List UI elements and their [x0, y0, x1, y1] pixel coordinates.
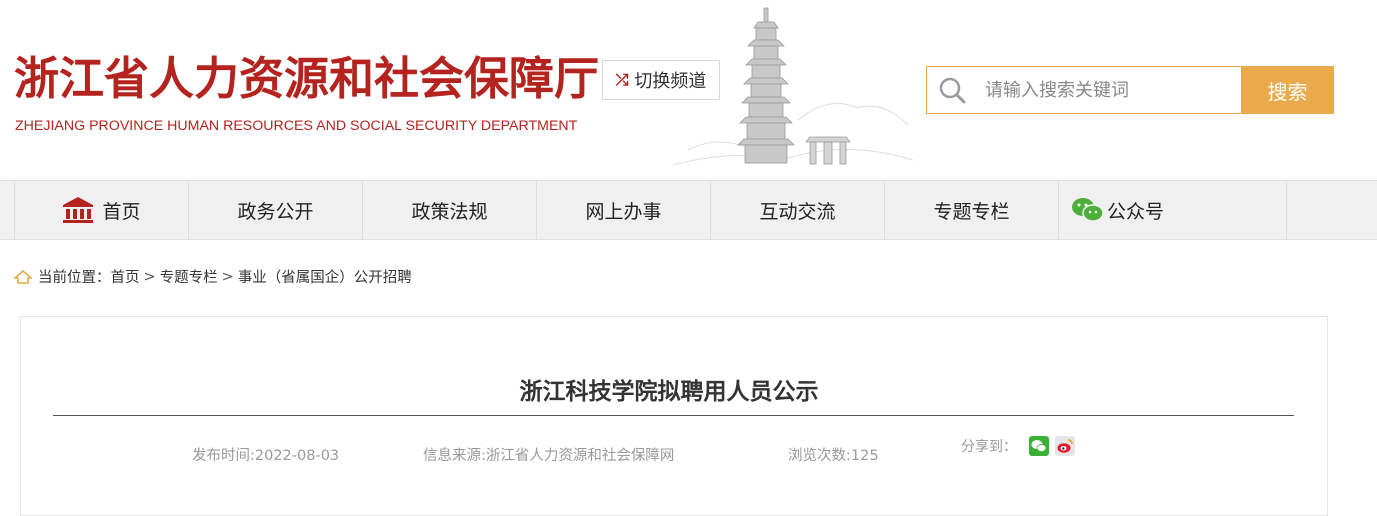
nav-item-government-affairs[interactable]: 政务公开 [189, 181, 363, 239]
nav-item-topics[interactable]: 专题专栏 [885, 181, 1059, 239]
nav-item-home[interactable]: 首页 [14, 181, 189, 239]
nav-item-interaction[interactable]: 互动交流 [711, 181, 885, 239]
search-button[interactable]: 搜索 [1241, 66, 1334, 114]
site-header: 浙江省人力资源和社会保障厅 ZHEJIANG PROVINCE HUMAN RE… [0, 0, 1377, 180]
breadcrumb-home-link[interactable]: 首页 [111, 266, 140, 287]
search-icon[interactable] [937, 75, 967, 105]
title-divider [53, 415, 1294, 416]
nav-item-online-services[interactable]: 网上办事 [537, 181, 711, 239]
breadcrumb-prefix: 当前位置： [38, 270, 111, 286]
wechat-share-icon[interactable] [1029, 436, 1049, 456]
view-count: 浏览次数:125 [788, 448, 879, 464]
share-label: 分享到： [961, 439, 1017, 455]
pagoda-illustration [672, 7, 914, 166]
shuffle-icon: ⤮ [615, 70, 629, 89]
nav-item-official-account[interactable]: 公众号 [1059, 181, 1287, 239]
home-icon [14, 269, 32, 284]
nav-item-label: 专题专栏 [933, 200, 1010, 223]
search-input[interactable] [985, 75, 1235, 105]
main-nav: 首页 政务公开 政策法规 网上办事 互动交流 专题专栏 公众号 [0, 180, 1377, 240]
nav-item-label: 政策法规 [411, 200, 488, 223]
site-title[interactable]: 浙江省人力资源和社会保障厅 [14, 42, 599, 107]
nav-item-label: 公众号 [1107, 200, 1165, 223]
info-source: 信息来源:浙江省人力资源和社会保障网 [423, 448, 675, 464]
nav-item-label: 政务公开 [237, 200, 314, 223]
nav-item-label: 互动交流 [759, 200, 836, 223]
wechat-icon [1072, 198, 1104, 222]
nav-item-label: 首页 [102, 200, 141, 223]
article-title: 浙江科技学院拟聘用人员公示 [519, 379, 819, 405]
publish-time: 发布时间:2022-08-03 [192, 448, 340, 464]
breadcrumb-separator: > [221, 268, 234, 285]
nav-item-label: 网上办事 [585, 200, 662, 223]
breadcrumb-topics-link[interactable]: 专题专栏 [160, 266, 218, 287]
nav-item-policies[interactable]: 政策法规 [363, 181, 537, 239]
weibo-share-icon[interactable] [1055, 436, 1075, 456]
bank-icon [63, 197, 94, 223]
breadcrumb: 当前位置： 首页 > 专题专栏 > 事业（省属国企）公开招聘 [14, 266, 412, 287]
site-title-english: ZHEJIANG PROVINCE HUMAN RESOURCES AND SO… [15, 118, 578, 134]
search-box: 搜索 [926, 66, 1334, 114]
breadcrumb-recruitment-link[interactable]: 事业（省属国企）公开招聘 [238, 266, 412, 287]
breadcrumb-separator: > [143, 268, 156, 285]
article-card [20, 316, 1328, 516]
